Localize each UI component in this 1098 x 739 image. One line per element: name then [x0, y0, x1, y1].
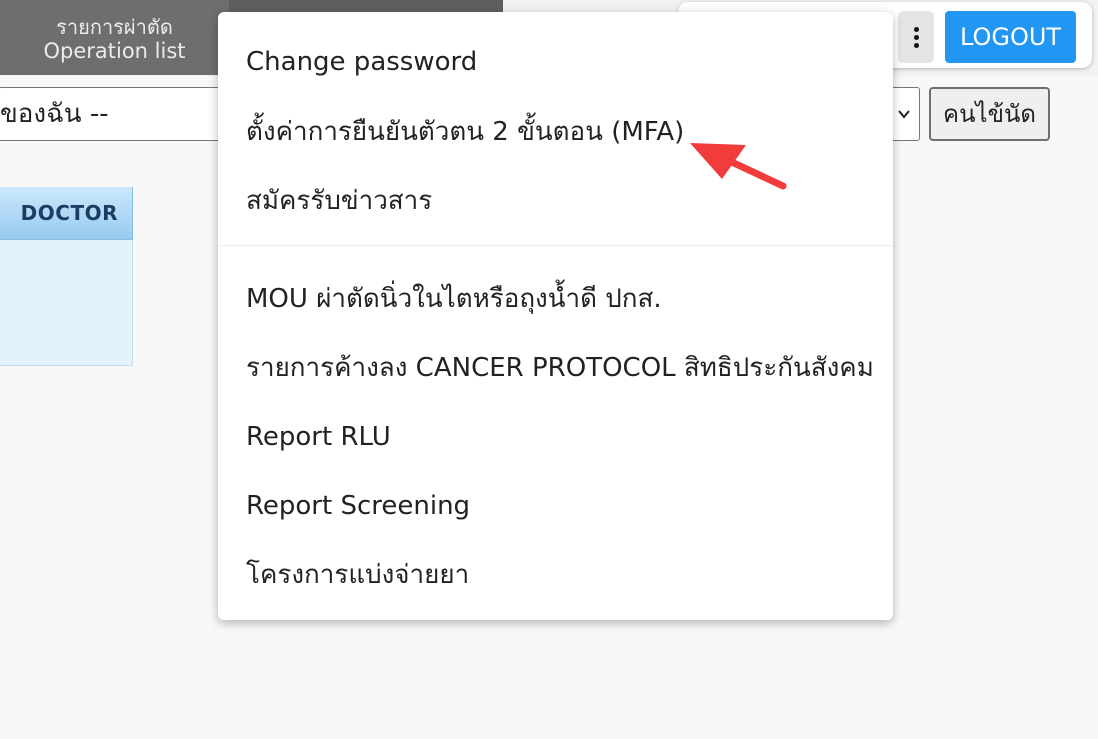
table-cell [0, 240, 133, 366]
column-header-doctor[interactable]: DOCTOR [0, 187, 133, 240]
chevron-down-icon [898, 110, 910, 119]
menu-item-mfa[interactable]: ตั้งค่าการยืนยันตัวตน 2 ขั้นตอน (MFA) [246, 116, 684, 148]
tab-operation-english-label: Operation list [43, 39, 186, 63]
account-dropdown-menu: Change password ตั้งค่าการยืนยันตัวตน 2 … [218, 12, 893, 620]
tab-operation-list[interactable]: รายการผ่าตัด Operation list [0, 0, 230, 75]
more-menu-button[interactable] [898, 11, 934, 63]
tab-operation-thai-label: รายการผ่าตัด [56, 15, 173, 39]
logout-button[interactable]: LOGOUT [945, 11, 1076, 63]
menu-item-mou[interactable]: MOU ผ่าตัดนิ่วในไตหรือถุงน้ำดี ปกส. [246, 283, 662, 315]
menu-item-change-password[interactable]: Change password [246, 46, 477, 78]
menu-item-drug-dispensing[interactable]: โครงการแบ่งจ่ายยา [246, 559, 469, 591]
appointment-patients-button[interactable]: คนไข้นัด [929, 87, 1050, 141]
menu-item-report-screening[interactable]: Report Screening [246, 490, 470, 522]
menu-divider [218, 245, 893, 246]
menu-item-report-rlu[interactable]: Report RLU [246, 421, 391, 453]
menu-item-newsletter[interactable]: สมัครรับข่าวสาร [246, 185, 432, 217]
doctor-filter-value: ของฉัน -- [0, 99, 109, 129]
annotation-arrow-icon [690, 143, 787, 190]
menu-item-cancer-protocol[interactable]: รายการค้างลง CANCER PROTOCOL สิทธิประกัน… [246, 352, 874, 384]
kebab-vertical-icon [913, 26, 919, 48]
